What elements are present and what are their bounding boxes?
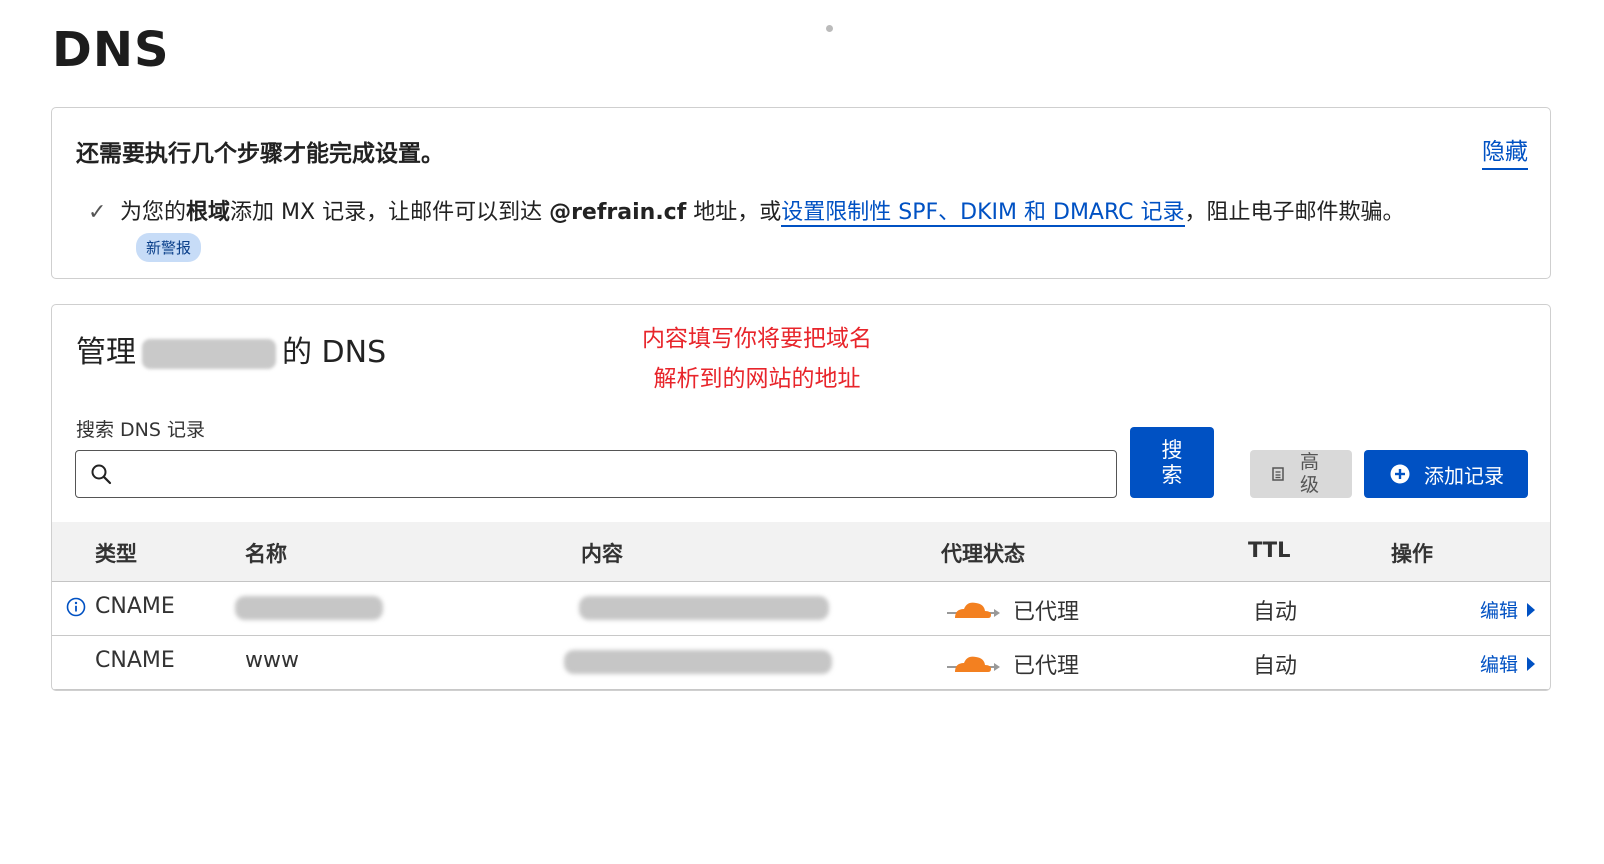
notice-item-domain: @refrain.cf	[549, 200, 687, 225]
new-alert-badge: 新警报	[136, 233, 202, 262]
record-ttl: 自动	[1253, 600, 1298, 625]
search-box[interactable]	[75, 450, 1117, 498]
proxy-status: 已代理	[1013, 600, 1080, 625]
advanced-button-label: 高级	[1300, 451, 1320, 496]
red-annotation: 内容填写你将要把域名 解析到的网站的地址	[622, 319, 892, 399]
add-record-button[interactable]: 添加记录	[1364, 450, 1528, 498]
search-label: 搜索 DNS 记录	[76, 419, 205, 441]
table-row[interactable]: CNAME 已代理 自动 编辑	[52, 582, 1550, 636]
page-title: DNS	[52, 22, 170, 78]
notice-item: ✓ 为您的根域添加 MX 记录，让邮件可以到达 @refrain.cf 地址，或设…	[88, 194, 1405, 227]
setup-notice-card: 还需要执行几个步骤才能完成设置。 隐藏 ✓ 为您的根域添加 MX 记录，让邮件可以…	[51, 107, 1551, 279]
search-icon	[91, 464, 112, 485]
header-actions: 操作	[1391, 542, 1433, 566]
notice-item-prefix: 为您的	[120, 200, 187, 225]
dns-table-header: 类型 名称 内容 代理状态 TTL 操作	[52, 522, 1550, 582]
spf-dkim-dmarc-link[interactable]: 设置限制性 SPF、DKIM 和 DMARC 记录	[781, 200, 1185, 227]
annotation-line-2: 解析到的网站的地址	[653, 366, 861, 392]
record-type: CNAME	[95, 594, 175, 619]
header-name[interactable]: 名称	[245, 538, 287, 568]
manage-title-prefix: 管理	[76, 335, 136, 370]
redacted-content	[564, 650, 832, 674]
add-record-label: 添加记录	[1424, 463, 1504, 488]
header-content[interactable]: 内容	[581, 538, 623, 568]
notice-item-suffix: ，阻止电子邮件欺骗。	[1184, 200, 1405, 225]
loading-dot	[826, 25, 833, 32]
notice-item-mid: 添加 MX 记录，让邮件可以到达	[230, 200, 550, 225]
caret-right-icon	[1527, 602, 1535, 617]
check-icon: ✓	[88, 200, 107, 225]
record-ttl: 自动	[1253, 654, 1298, 679]
header-type[interactable]: 类型	[95, 538, 137, 568]
edit-link[interactable]: 编辑	[1480, 596, 1536, 623]
edit-label: 编辑	[1479, 654, 1518, 676]
cloud-proxied-icon	[947, 656, 1000, 672]
redacted-domain	[142, 338, 276, 369]
caret-right-icon	[1527, 656, 1535, 671]
notice-item-root: 根域	[186, 200, 231, 225]
edit-link[interactable]: 编辑	[1480, 650, 1536, 677]
record-name: www	[245, 648, 299, 673]
cloud-proxied-icon	[947, 602, 1000, 618]
hide-link[interactable]: 隐藏	[1482, 132, 1528, 170]
notice-title: 还需要执行几个步骤才能完成设置。	[76, 141, 444, 167]
manage-title-suffix: 的 DNS	[282, 335, 387, 370]
manage-title: 管理 的 DNS	[76, 327, 386, 371]
notice-item-mid2: 地址，或	[686, 200, 782, 225]
dns-management-card: 管理 的 DNS 内容填写你将要把域名 解析到的网站的地址 搜索 DNS 记录 搜…	[51, 304, 1551, 691]
search-button[interactable]: 搜索	[1130, 427, 1214, 498]
proxy-status: 已代理	[1013, 654, 1080, 679]
advanced-button[interactable]: 高级	[1250, 450, 1352, 498]
header-ttl[interactable]: TTL	[1248, 538, 1291, 562]
plus-circle-icon	[1390, 464, 1410, 484]
annotation-line-1: 内容填写你将要把域名	[642, 326, 872, 352]
record-type: CNAME	[95, 648, 175, 673]
info-icon[interactable]	[66, 597, 86, 617]
dns-page: DNS 还需要执行几个步骤才能完成设置。 隐藏 ✓ 为您的根域添加 MX 记录，让…	[0, 0, 1604, 864]
redacted-name	[235, 596, 383, 620]
header-proxy-status[interactable]: 代理状态	[941, 538, 1025, 568]
edit-label: 编辑	[1479, 600, 1518, 622]
table-row[interactable]: CNAME www 已代理 自动 编辑	[52, 636, 1550, 690]
search-input[interactable]	[124, 457, 1108, 493]
redacted-content	[579, 596, 829, 620]
document-icon	[1272, 467, 1284, 481]
